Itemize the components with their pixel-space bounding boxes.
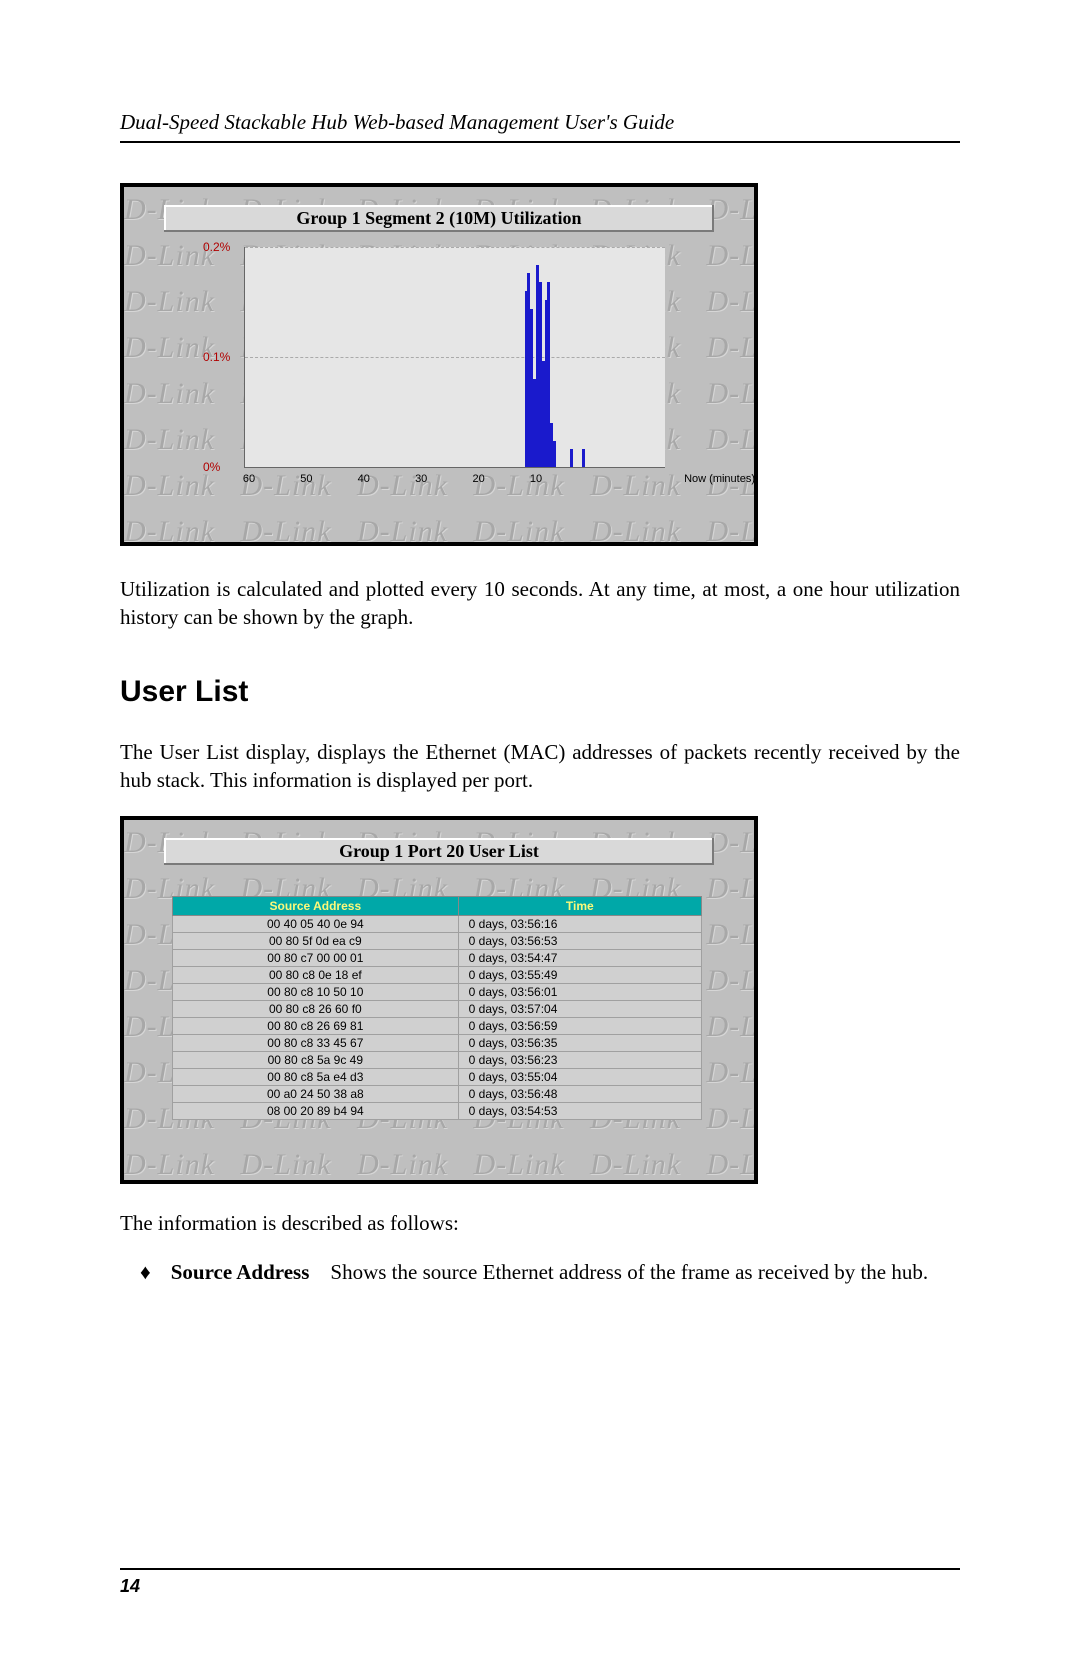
chart-bar [582, 449, 585, 467]
bullet-marker: ♦ [140, 1259, 151, 1287]
userlist-title-bar: Group 1 Port 20 User List [164, 838, 714, 865]
cell-time: 0 days, 03:54:47 [458, 949, 701, 966]
chart-xtick: 40 [358, 473, 370, 485]
cell-time: 0 days, 03:54:53 [458, 1102, 701, 1119]
figure-utilization: D-Link D-Link D-Link D-Link D-Link D-Lin… [120, 183, 758, 546]
bullet-description: Shows the source Ethernet address of the… [325, 1260, 928, 1284]
chart-bar [553, 441, 556, 467]
cell-source-address: 00 80 c8 33 45 67 [173, 1034, 459, 1051]
table-row: 00 40 05 40 0e 940 days, 03:56:16 [173, 915, 702, 932]
chart-xtick: 60 [243, 473, 255, 485]
page: Dual-Speed Stackable Hub Web-based Manag… [0, 0, 1080, 1669]
cell-source-address: 00 80 c7 00 00 01 [173, 949, 459, 966]
page-number: 14 [120, 1576, 140, 1596]
bullet-source-address: ♦ Source Address Shows the source Ethern… [140, 1259, 960, 1287]
cell-source-address: 00 80 c8 0e 18 ef [173, 966, 459, 983]
table-row: 00 80 5f 0d ea c90 days, 03:56:53 [173, 932, 702, 949]
cell-source-address: 00 80 c8 5a e4 d3 [173, 1068, 459, 1085]
cell-time: 0 days, 03:55:04 [458, 1068, 701, 1085]
chart-title-bar: Group 1 Segment 2 (10M) Utilization [164, 205, 714, 232]
col-time: Time [458, 896, 701, 915]
chart-bar [570, 449, 573, 467]
chart-xtick: 50 [300, 473, 312, 485]
chart-ytick: 0.2% [203, 240, 230, 254]
table-row: 08 00 20 89 b4 940 days, 03:54:53 [173, 1102, 702, 1119]
cell-source-address: 00 80 c8 26 60 f0 [173, 1000, 459, 1017]
cell-time: 0 days, 03:56:01 [458, 983, 701, 1000]
figure-user-list: D-Link D-Link D-Link D-Link D-Link D-Lin… [120, 816, 758, 1184]
table-row: 00 a0 24 50 38 a80 days, 03:56:48 [173, 1085, 702, 1102]
table-row: 00 80 c8 0e 18 ef0 days, 03:55:49 [173, 966, 702, 983]
cell-time: 0 days, 03:56:59 [458, 1017, 701, 1034]
user-list-table: Source AddressTime 00 40 05 40 0e 940 da… [172, 896, 702, 1120]
cell-source-address: 00 40 05 40 0e 94 [173, 915, 459, 932]
paragraph-utilization: Utilization is calculated and plotted ev… [120, 576, 960, 631]
running-head: Dual-Speed Stackable Hub Web-based Manag… [120, 110, 960, 143]
table-row: 00 80 c8 33 45 670 days, 03:56:35 [173, 1034, 702, 1051]
cell-time: 0 days, 03:56:23 [458, 1051, 701, 1068]
table-row: 00 80 c8 5a 9c 490 days, 03:56:23 [173, 1051, 702, 1068]
chart-xlabel: Now (minutes) [684, 473, 755, 485]
paragraph-userlist-intro: The User List display, displays the Ethe… [120, 739, 960, 794]
cell-time: 0 days, 03:56:53 [458, 932, 701, 949]
chart-plot-area: 0%0.1%0.2%605040302010Now (minutes) [244, 247, 665, 468]
cell-source-address: 00 80 c8 5a 9c 49 [173, 1051, 459, 1068]
chart-ytick: 0% [203, 460, 220, 474]
cell-source-address: 00 80 c8 10 50 10 [173, 983, 459, 1000]
bullet-term: Source Address [171, 1260, 310, 1284]
chart-ytick: 0.1% [203, 350, 230, 364]
cell-time: 0 days, 03:56:48 [458, 1085, 701, 1102]
cell-time: 0 days, 03:55:49 [458, 966, 701, 983]
cell-time: 0 days, 03:56:16 [458, 915, 701, 932]
table-row: 00 80 c8 26 60 f00 days, 03:57:04 [173, 1000, 702, 1017]
table-row: 00 80 c7 00 00 010 days, 03:54:47 [173, 949, 702, 966]
cell-source-address: 08 00 20 89 b4 94 [173, 1102, 459, 1119]
table-row: 00 80 c8 10 50 100 days, 03:56:01 [173, 983, 702, 1000]
cell-time: 0 days, 03:56:35 [458, 1034, 701, 1051]
cell-time: 0 days, 03:57:04 [458, 1000, 701, 1017]
bullet-text: Source Address Shows the source Ethernet… [171, 1259, 960, 1287]
chart-xtick: 20 [472, 473, 484, 485]
cell-source-address: 00 80 c8 26 69 81 [173, 1017, 459, 1034]
table-row: 00 80 c8 5a e4 d30 days, 03:55:04 [173, 1068, 702, 1085]
section-heading-user-list: User List [120, 675, 960, 709]
table-row: 00 80 c8 26 69 810 days, 03:56:59 [173, 1017, 702, 1034]
chart-xtick: 10 [530, 473, 542, 485]
page-footer: 14 [120, 1568, 960, 1597]
chart-xtick: 30 [415, 473, 427, 485]
cell-source-address: 00 80 5f 0d ea c9 [173, 932, 459, 949]
paragraph-followup: The information is described as follows: [120, 1210, 960, 1238]
cell-source-address: 00 a0 24 50 38 a8 [173, 1085, 459, 1102]
col-source-address: Source Address [173, 896, 459, 915]
